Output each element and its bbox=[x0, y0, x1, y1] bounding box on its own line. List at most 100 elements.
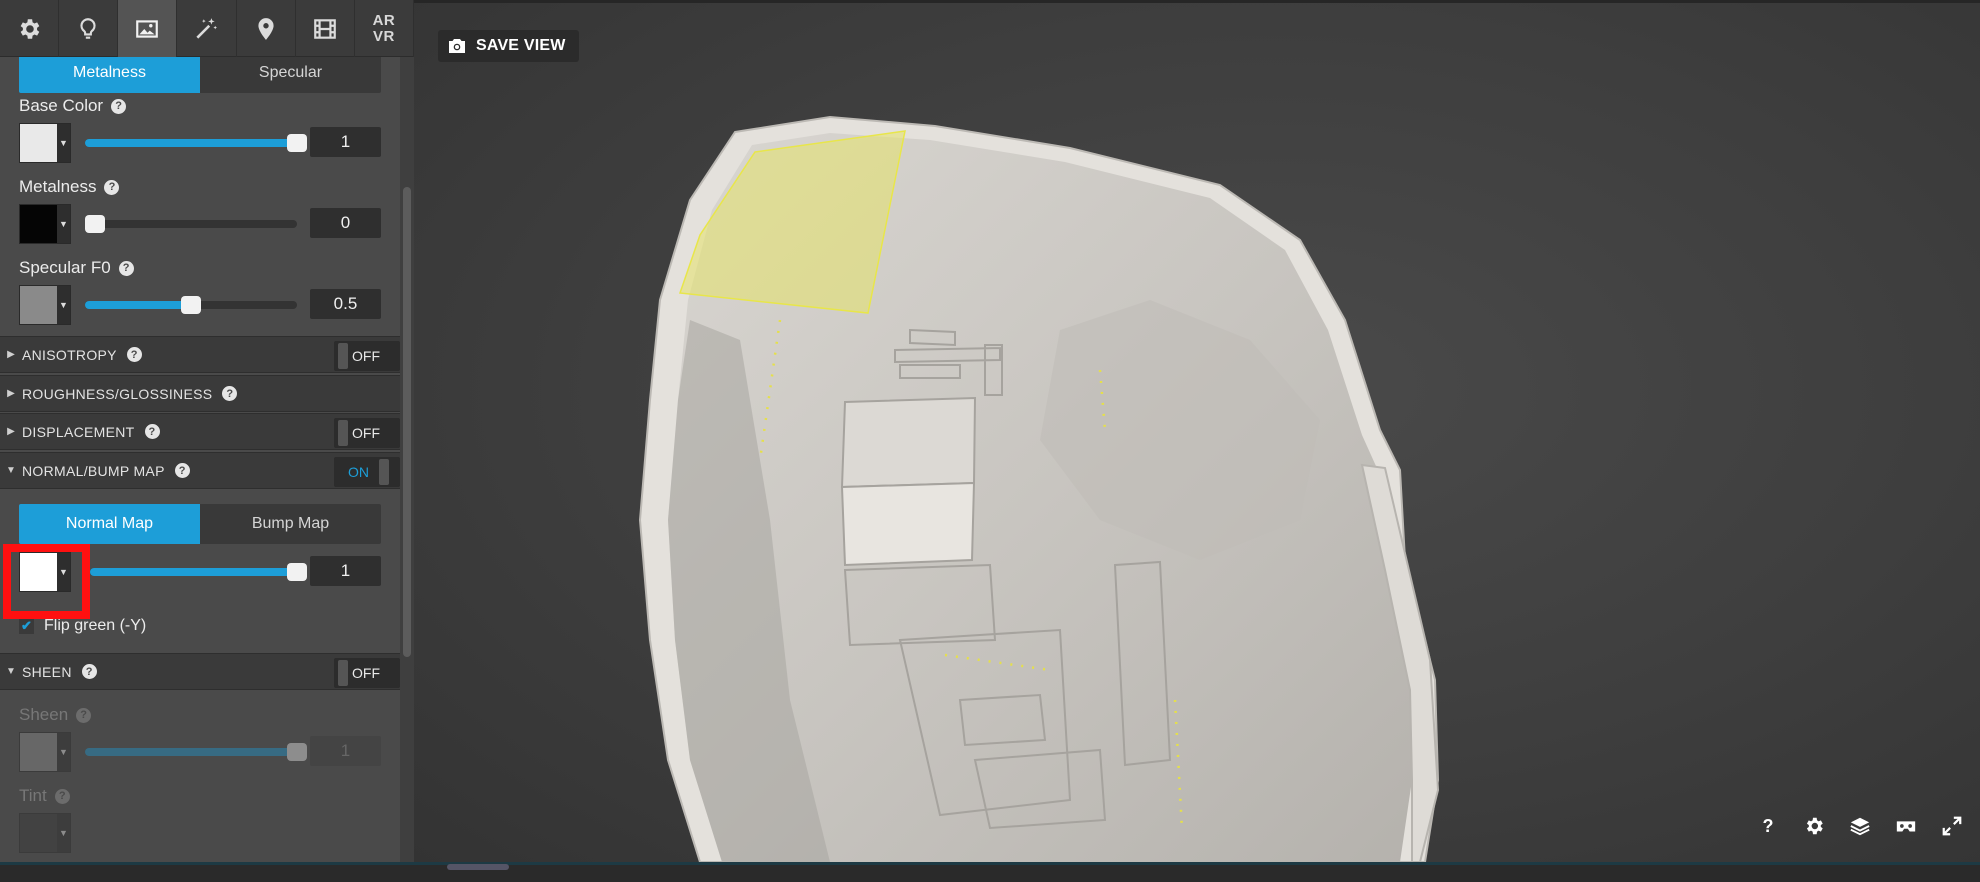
lights-tab[interactable] bbox=[59, 0, 119, 57]
help-icon[interactable]: ? bbox=[144, 424, 160, 439]
normal-map-tab[interactable]: Normal Map bbox=[19, 504, 200, 544]
sheen-chip bbox=[20, 733, 57, 771]
specular-f0-text: Specular F0 bbox=[19, 258, 111, 277]
specular-f0-value[interactable]: 0.5 bbox=[310, 289, 381, 319]
ar-vr-tab[interactable]: AR VR bbox=[355, 0, 414, 57]
specular-f0-slider[interactable] bbox=[85, 296, 297, 314]
base-color-swatch[interactable]: ▼ bbox=[19, 123, 71, 163]
bottom-scrollbar-thumb[interactable] bbox=[447, 864, 509, 870]
help-icon[interactable]: ? bbox=[81, 664, 97, 679]
slider-handle[interactable] bbox=[85, 215, 105, 233]
vr-label: VR bbox=[372, 27, 395, 45]
normal-map-slider[interactable] bbox=[90, 563, 307, 581]
metalness-tab[interactable]: Metalness bbox=[19, 57, 200, 93]
help-icon[interactable]: ? bbox=[1756, 814, 1780, 838]
displacement-toggle[interactable]: OFF bbox=[334, 418, 400, 448]
toggle-knob bbox=[338, 660, 348, 686]
fullscreen-icon[interactable] bbox=[1940, 814, 1964, 838]
normal-bump-toggle[interactable]: ON bbox=[334, 457, 400, 487]
base-color-slider[interactable] bbox=[85, 134, 307, 152]
slider-fill bbox=[85, 301, 191, 309]
app-window: AR VR Metalness Specular Base Color ? ▼ bbox=[0, 0, 1980, 882]
displacement-title: DISPLACEMENT ? bbox=[22, 424, 160, 440]
sheen-section[interactable]: ▼ SHEEN ? OFF bbox=[0, 653, 400, 690]
base-color-text: Base Color bbox=[19, 96, 104, 115]
save-view-button[interactable]: SAVE VIEW bbox=[438, 30, 579, 62]
toggle-knob bbox=[338, 420, 348, 446]
normal-bump-section[interactable]: ▼ NORMAL/BUMP MAP ? ON bbox=[0, 452, 400, 489]
tint-label-text: Tint bbox=[19, 786, 47, 805]
layers-icon[interactable] bbox=[1848, 814, 1872, 838]
help-icon[interactable]: ? bbox=[174, 463, 190, 478]
specular-f0-label: Specular F0 ? bbox=[19, 258, 134, 278]
chevron-down-icon: ▼ bbox=[57, 205, 70, 243]
help-icon[interactable]: ? bbox=[118, 260, 134, 276]
chevron-down-icon: ▼ bbox=[57, 814, 70, 852]
help-icon[interactable]: ? bbox=[222, 386, 238, 401]
anisotropy-text: ANISOTROPY bbox=[22, 346, 117, 363]
normal-map-chip bbox=[20, 553, 57, 591]
sheen-swatch: ▼ bbox=[19, 732, 71, 772]
help-icon[interactable]: ? bbox=[111, 98, 127, 114]
normal-map-swatch[interactable]: ▼ bbox=[19, 552, 71, 592]
tint-chip bbox=[20, 814, 57, 852]
pbr-workflow-toggle: Metalness Specular bbox=[19, 57, 381, 93]
chevron-right-icon: ▶ bbox=[7, 388, 15, 399]
normal-bump-text: NORMAL/BUMP MAP bbox=[22, 462, 165, 479]
roughness-text: ROUGHNESS/GLOSSINESS bbox=[22, 385, 213, 402]
specular-f0-chip bbox=[20, 286, 57, 324]
vr-headset-icon[interactable] bbox=[1894, 814, 1918, 838]
metalness-label: Metalness ? bbox=[19, 177, 120, 197]
selection-overlay[interactable] bbox=[678, 130, 906, 314]
save-view-label: SAVE VIEW bbox=[476, 37, 566, 54]
3d-viewport[interactable] bbox=[414, 0, 1980, 862]
chevron-down-icon: ▼ bbox=[6, 666, 16, 677]
chevron-down-icon: ▼ bbox=[57, 553, 70, 591]
help-icon: ? bbox=[76, 707, 92, 723]
metalness-swatch[interactable]: ▼ bbox=[19, 204, 71, 244]
bump-map-tab[interactable]: Bump Map bbox=[200, 504, 381, 544]
flip-green-checkbox[interactable]: ✔ bbox=[19, 618, 34, 634]
tint-label: Tint ? bbox=[19, 786, 70, 806]
animation-tab[interactable] bbox=[296, 0, 355, 57]
settings-tab[interactable] bbox=[0, 0, 60, 57]
panel-scrollbar[interactable] bbox=[400, 57, 414, 862]
base-color-value[interactable]: 1 bbox=[310, 127, 381, 157]
tint-swatch: ▼ bbox=[19, 813, 71, 853]
post-processing-tab[interactable] bbox=[177, 0, 237, 57]
flip-green-option[interactable]: ✔ Flip green (-Y) bbox=[19, 617, 146, 635]
scrollbar-thumb[interactable] bbox=[403, 187, 411, 657]
anisotropy-toggle[interactable]: OFF bbox=[334, 341, 400, 371]
map-pin-icon bbox=[258, 17, 274, 40]
slider-handle[interactable] bbox=[287, 134, 307, 152]
metalness-text: Metalness bbox=[19, 177, 97, 196]
bottom-scrollbar[interactable] bbox=[0, 862, 1980, 882]
anisotropy-section[interactable]: ▶ ANISOTROPY ? OFF bbox=[0, 336, 400, 373]
slider-handle[interactable] bbox=[181, 296, 201, 314]
ar-vr-icon: AR VR bbox=[372, 12, 396, 45]
annotations-tab[interactable] bbox=[237, 0, 296, 57]
displacement-section[interactable]: ▶ DISPLACEMENT ? OFF bbox=[0, 413, 400, 450]
displacement-text: DISPLACEMENT bbox=[22, 423, 135, 440]
base-color-chip bbox=[20, 124, 57, 162]
sheen-toggle[interactable]: OFF bbox=[334, 658, 400, 688]
roughness-section[interactable]: ▶ ROUGHNESS/GLOSSINESS ? bbox=[0, 375, 400, 412]
toggle-state: ON bbox=[348, 464, 369, 480]
metalness-chip bbox=[20, 205, 57, 243]
specular-f0-swatch[interactable]: ▼ bbox=[19, 285, 71, 325]
specular-tab[interactable]: Specular bbox=[200, 57, 381, 93]
toggle-state: OFF bbox=[352, 425, 380, 441]
toggle-state: OFF bbox=[352, 665, 380, 681]
settings-icon[interactable] bbox=[1802, 814, 1826, 838]
normal-bump-mode-toggle: Normal Map Bump Map bbox=[19, 504, 381, 544]
materials-tab[interactable] bbox=[118, 0, 178, 57]
help-icon[interactable]: ? bbox=[126, 347, 142, 362]
chevron-right-icon: ▶ bbox=[7, 426, 15, 437]
temple-roof-lower bbox=[840, 481, 976, 567]
metalness-slider[interactable] bbox=[85, 215, 297, 233]
normal-map-value[interactable]: 1 bbox=[310, 556, 381, 586]
3d-model[interactable] bbox=[414, 0, 1980, 862]
metalness-value[interactable]: 0 bbox=[310, 208, 381, 238]
help-icon[interactable]: ? bbox=[104, 179, 120, 195]
slider-handle[interactable] bbox=[287, 563, 307, 581]
